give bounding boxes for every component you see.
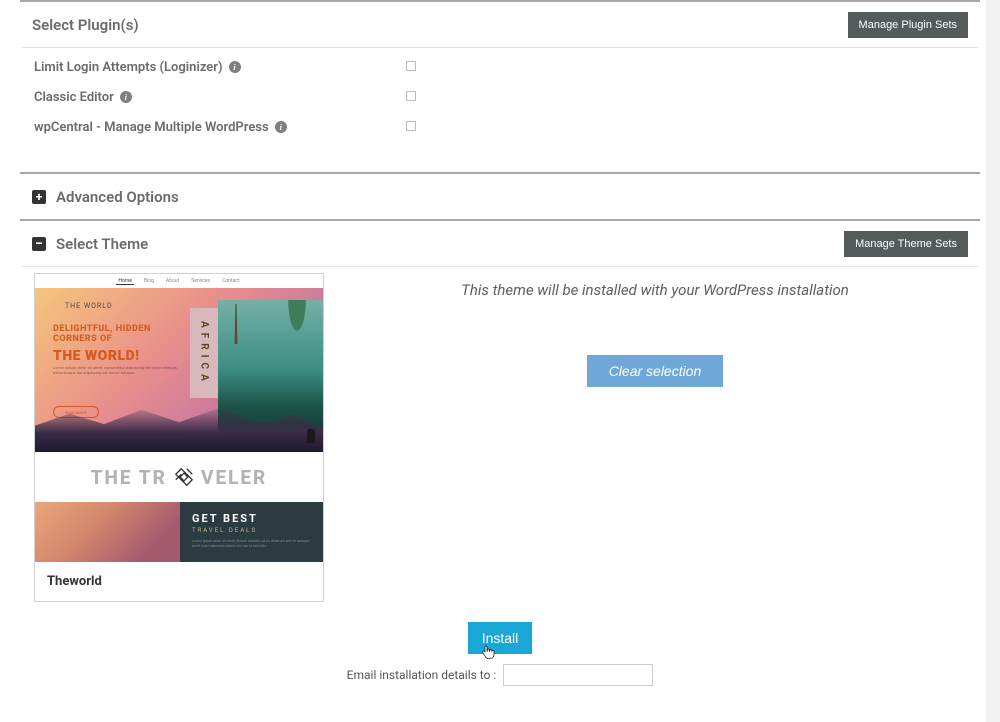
plugin-row: wpCentral - Manage Multiple WordPress i bbox=[34, 112, 966, 142]
manage-plugin-sets-button[interactable]: Manage Plugin Sets bbox=[848, 12, 968, 38]
plugin-checkbox[interactable] bbox=[406, 61, 416, 71]
clear-selection-button[interactable]: Clear selection bbox=[587, 355, 724, 387]
advanced-title: Advanced Options bbox=[56, 188, 179, 206]
theme-install-message: This theme will be installed with your W… bbox=[344, 281, 966, 299]
manage-theme-sets-button[interactable]: Manage Theme Sets bbox=[844, 231, 968, 257]
plugin-label: Classic Editor bbox=[34, 90, 114, 105]
plugins-title: Select Plugin(s) bbox=[32, 16, 139, 34]
info-icon[interactable]: i bbox=[229, 61, 241, 73]
plugin-checkbox[interactable] bbox=[406, 121, 416, 131]
minus-icon: − bbox=[32, 237, 46, 251]
theme-section: − Select Theme Manage Theme Sets Home Bl… bbox=[20, 219, 980, 616]
theme-card[interactable]: Home Blog About Services Contact THE WOR… bbox=[34, 273, 324, 602]
plugins-section: Select Plugin(s) Manage Plugin Sets Limi… bbox=[20, 0, 980, 172]
plus-icon: + bbox=[32, 190, 46, 204]
plugin-checkbox[interactable] bbox=[406, 91, 416, 101]
info-icon[interactable]: i bbox=[120, 91, 132, 103]
plugin-label: Limit Login Attempts (Loginizer) bbox=[34, 60, 223, 75]
theme-title: Select Theme bbox=[56, 235, 148, 253]
plugin-row: Classic Editor i bbox=[34, 82, 966, 112]
cursor-icon bbox=[480, 644, 496, 660]
advanced-section: + Advanced Options bbox=[20, 172, 980, 219]
email-label: Email installation details to : bbox=[347, 668, 497, 682]
plugin-label: wpCentral - Manage Multiple WordPress bbox=[34, 120, 269, 135]
install-button[interactable]: Install bbox=[468, 622, 533, 654]
info-icon[interactable]: i bbox=[275, 121, 287, 133]
advanced-toggle[interactable]: + Advanced Options bbox=[20, 174, 980, 219]
plugin-row: Limit Login Attempts (Loginizer) i bbox=[34, 52, 966, 82]
theme-name: Theworld bbox=[35, 562, 323, 601]
email-field[interactable] bbox=[503, 664, 653, 686]
scrollbar-track[interactable] bbox=[986, 0, 1000, 722]
theme-thumbnail: Home Blog About Services Contact THE WOR… bbox=[35, 274, 323, 562]
plugin-list: Limit Login Attempts (Loginizer) i Classi… bbox=[22, 47, 978, 172]
